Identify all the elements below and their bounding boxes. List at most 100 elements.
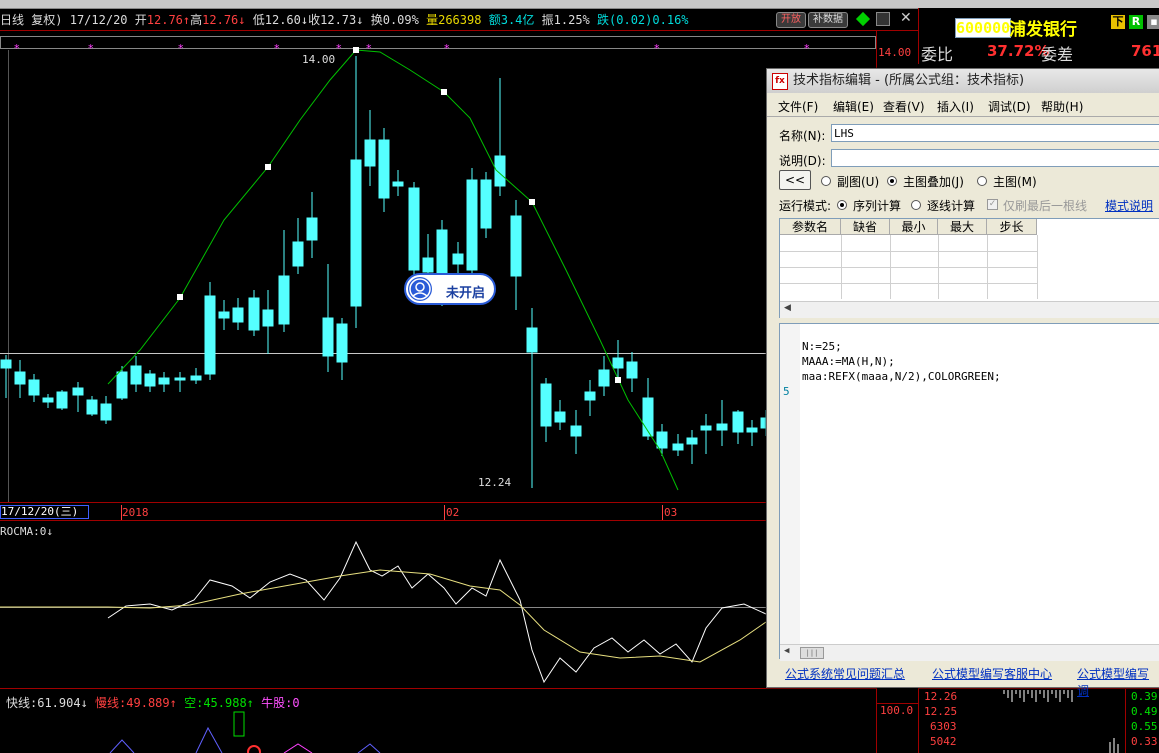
params-scrollbar[interactable]: ◀ bbox=[780, 301, 1159, 318]
side-vol-2: 5042 bbox=[930, 735, 957, 748]
dialog-title: 技术指标编辑 - (所属公式组：技术指标) bbox=[793, 73, 1025, 88]
period-label: 日线 bbox=[0, 13, 25, 27]
radio-main-overlay[interactable] bbox=[887, 176, 897, 186]
close-value: 12.73↓ bbox=[320, 13, 364, 27]
down-button[interactable]: 下 bbox=[1111, 15, 1125, 29]
line-mode-label: 逐线计算 bbox=[927, 199, 976, 213]
radio-seq-mode[interactable] bbox=[837, 200, 847, 210]
menu-edit[interactable]: 编辑(E) bbox=[833, 98, 874, 115]
user-icon bbox=[408, 277, 432, 301]
marker-star-5: * bbox=[366, 42, 372, 55]
candle-body-9 bbox=[130, 365, 142, 385]
close-icon[interactable]: ✕ bbox=[900, 10, 912, 26]
link-faq[interactable]: 公式系统常见问题汇总 bbox=[785, 665, 905, 682]
slow-line-label: 慢线: bbox=[95, 696, 127, 710]
bottom-indicator-line: 快线:61.904↓ 慢线:49.889↑ 空:45.988↑ 牛股:0 bbox=[6, 694, 300, 711]
candle-body-43 bbox=[626, 361, 638, 379]
side-right-2: 0.49 bbox=[1131, 705, 1158, 718]
window-restore-icon[interactable] bbox=[876, 12, 890, 26]
candle-body-44 bbox=[642, 397, 654, 437]
menu-view[interactable]: 查看(V) bbox=[883, 98, 925, 115]
refresh-last-label: 仅刷最后一根线 bbox=[1003, 199, 1088, 213]
marker-star-4: * bbox=[336, 42, 342, 55]
candle-body-27 bbox=[392, 181, 404, 187]
date-tick-2018: 2018 bbox=[122, 506, 149, 519]
candle-body-10 bbox=[144, 373, 156, 387]
candle-body-20 bbox=[292, 241, 304, 267]
candle-body-45 bbox=[656, 431, 668, 449]
radio-main-overlay-label: 主图叠加(J) bbox=[903, 175, 964, 189]
weicha-value: 761 bbox=[1131, 42, 1159, 60]
side-right-3: 0.55 bbox=[1131, 720, 1158, 733]
open-button[interactable]: 开放 bbox=[776, 12, 806, 28]
mode-help-link[interactable]: 模式说明 bbox=[1105, 197, 1153, 214]
stock-name: 浦发银行 bbox=[1009, 20, 1077, 40]
scroll-left-icon[interactable]: ◀ bbox=[784, 303, 791, 313]
side-price-2: 12.25 bbox=[924, 705, 958, 718]
editor-scroll-left-icon[interactable]: ◀ bbox=[784, 646, 789, 656]
code-line-2: MAAA:=MA(H,N); bbox=[802, 355, 895, 368]
max-price-label: 14.00 bbox=[302, 53, 336, 66]
candle-body-47 bbox=[686, 437, 698, 445]
indicator-editor-dialog[interactable]: fx 技术指标编辑 - (所属公式组：技术指标) 文件(F) 编辑(E) 查看(… bbox=[766, 68, 1159, 698]
ma-dot-4 bbox=[529, 199, 535, 205]
not-enabled-tag[interactable]: 未开启 bbox=[404, 273, 496, 305]
change-value: (0.02) bbox=[609, 13, 653, 27]
menu-file[interactable]: 文件(F) bbox=[778, 98, 818, 115]
candle-body-4 bbox=[56, 391, 68, 409]
menu-help[interactable]: 帮助(H) bbox=[1041, 98, 1083, 115]
param-header-default: 缺省 bbox=[841, 219, 890, 235]
candle-body-11 bbox=[158, 377, 170, 385]
dialog-titlebar[interactable]: fx 技术指标编辑 - (所属公式组：技术指标) bbox=[767, 69, 1159, 93]
ma-dot-3 bbox=[441, 89, 447, 95]
candle-body-14 bbox=[204, 295, 216, 375]
menu-debug[interactable]: 调试(D) bbox=[988, 98, 1031, 115]
candle-body-19 bbox=[278, 275, 290, 325]
fast-line-label: 快线: bbox=[6, 696, 38, 710]
candle-body-12 bbox=[174, 377, 186, 381]
name-label: 名称(N): bbox=[779, 129, 826, 143]
right-axis-top-label: 14.00 bbox=[878, 46, 912, 59]
radio-sub-chart[interactable] bbox=[821, 176, 831, 186]
side-price-1: 12.26 bbox=[924, 690, 958, 703]
r-button[interactable]: R bbox=[1129, 15, 1143, 29]
marker-star-7: * bbox=[654, 42, 660, 55]
change-label: 跌 bbox=[597, 13, 610, 27]
candle-body-37 bbox=[540, 383, 552, 427]
marker-star-3: * bbox=[274, 42, 280, 55]
marker-star-0: * bbox=[14, 42, 20, 55]
refresh-last-checkbox[interactable]: ✓ bbox=[987, 199, 998, 210]
candle-body-28 bbox=[408, 187, 420, 271]
params-table[interactable]: 参数名 缺省 最小 最大 步长 ◀ bbox=[779, 218, 1159, 318]
candle-body-36 bbox=[526, 327, 538, 353]
name-field[interactable]: LHS bbox=[831, 124, 1159, 142]
param-header-step: 步长 bbox=[987, 219, 1037, 235]
candle-body-38 bbox=[554, 411, 566, 423]
tag-label: 未开启 bbox=[446, 286, 486, 301]
radio-main-chart[interactable] bbox=[977, 176, 987, 186]
link-service[interactable]: 公式模型编写客服中心 bbox=[932, 665, 1052, 682]
fill-data-button[interactable]: 补数据 bbox=[808, 12, 848, 28]
formula-editor[interactable]: 5 N:=25; MAAA:=MA(H,N); maa:REFX(maaa,N/… bbox=[779, 323, 1159, 661]
desc-label: 说明(D): bbox=[779, 154, 826, 168]
date-cursor-label: 17/12/20(三) bbox=[0, 505, 89, 519]
desc-field[interactable] bbox=[831, 149, 1159, 167]
menu-insert[interactable]: 插入(I) bbox=[937, 98, 974, 115]
candle-body-49 bbox=[716, 423, 728, 431]
radio-sub-chart-label: 副图(U) bbox=[837, 175, 880, 189]
radio-line-mode[interactable] bbox=[911, 200, 921, 210]
editor-scrollbar[interactable]: ◀ ||| bbox=[780, 644, 1159, 661]
ma-dot-1 bbox=[265, 164, 271, 170]
weicha-label: 委差 bbox=[1041, 45, 1074, 64]
editor-scroll-thumb[interactable]: ||| bbox=[800, 647, 824, 659]
amount-label: 额 bbox=[488, 13, 501, 27]
gutter-line-number: 5 bbox=[783, 385, 790, 398]
fast-line-value: 61.904↓ bbox=[37, 696, 88, 710]
candle-body-2 bbox=[28, 379, 40, 396]
candle-body-48 bbox=[700, 425, 712, 431]
collapse-button[interactable]: << bbox=[779, 170, 811, 190]
amount-value: 3.4亿 bbox=[500, 13, 535, 27]
settings-icon[interactable]: ▪ bbox=[1147, 15, 1159, 29]
weibi-label: 委比 bbox=[921, 45, 954, 64]
candle-body-22 bbox=[322, 317, 334, 357]
